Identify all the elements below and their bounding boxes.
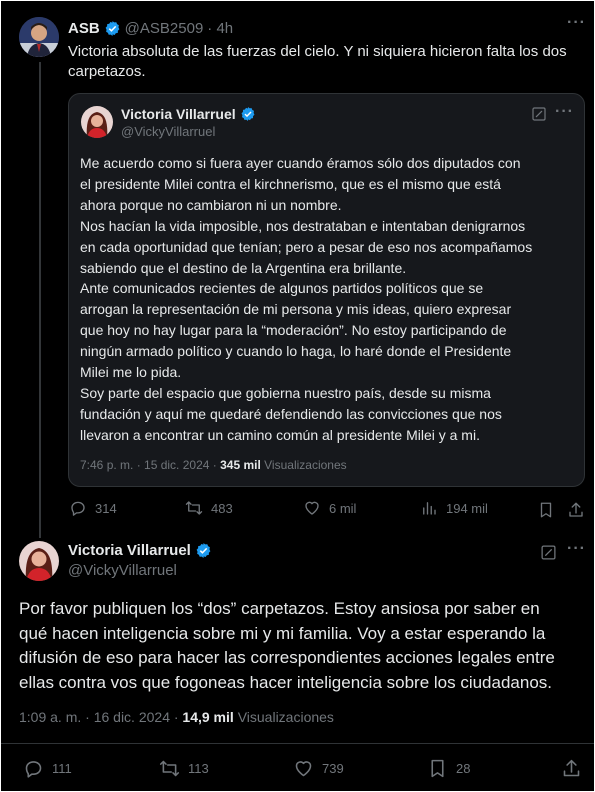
tweet-thread: ASB @ASB2509 · 4h ··· Victoria absoluta … bbox=[1, 1, 594, 791]
quote-author-avatar bbox=[81, 106, 113, 138]
retweet-action[interactable]: 113 bbox=[159, 758, 209, 779]
reply-action[interactable]: 314 bbox=[69, 499, 117, 517]
quote-metadata: 7:46 p. m. · 15 dic. 2024 · 345 mil Visu… bbox=[80, 458, 347, 472]
quote-text-line: el presidente Milei contra el kirchneris… bbox=[80, 175, 501, 192]
reply-header-name: Victoria Villarruel bbox=[68, 542, 212, 559]
more-icon[interactable]: ··· bbox=[567, 540, 586, 558]
quote-text: Me acuerdo como si fuera ayer cuando éra… bbox=[80, 153, 580, 446]
like-action[interactable]: 739 bbox=[293, 758, 344, 779]
quote-timestamp[interactable]: 7:46 p. m. · 15 dic. 2024 · bbox=[80, 458, 217, 472]
quote-text-line: Nos hacían la vida imposible, nos destra… bbox=[80, 217, 526, 234]
reply-count: 314 bbox=[95, 500, 117, 516]
reply-text-line: Por favor publiquen los “dos” carpetazos… bbox=[19, 599, 540, 618]
quote-author-handle[interactable]: @VickyVillarruel bbox=[121, 124, 215, 139]
like-icon bbox=[295, 761, 312, 777]
tweet-time[interactable]: · 4h bbox=[207, 20, 233, 37]
reply-icon bbox=[71, 501, 85, 516]
quote-text-line: fundación y aquí me quedaré defendiendo … bbox=[80, 405, 502, 422]
quote-text-line: arrogan la representación de mi persona … bbox=[80, 301, 512, 318]
tweet-header: ASB @ASB2509 · 4h bbox=[68, 18, 233, 38]
retweet-icon bbox=[185, 501, 203, 515]
retweet-count: 483 bbox=[211, 500, 233, 516]
verified-badge-icon bbox=[241, 107, 255, 121]
quoted-tweet-card[interactable]: Victoria Villarruel @VickyVillarruel ···… bbox=[68, 93, 585, 487]
quote-author-name[interactable]: Victoria Villarruel bbox=[121, 106, 236, 122]
quote-text-line: ahora porque no cambiaron ni un nombre. bbox=[80, 196, 342, 213]
bookmark-icon bbox=[431, 759, 444, 778]
views-icon bbox=[423, 502, 436, 515]
tweet-text: Victoria absoluta de las fuerzas del cie… bbox=[68, 42, 583, 82]
quote-header-name: Victoria Villarruel bbox=[121, 106, 256, 122]
asb-avatar[interactable] bbox=[19, 17, 59, 57]
verified-badge-icon bbox=[196, 543, 211, 558]
reply-views-count: 14,9 mil bbox=[182, 709, 234, 725]
reply-author-handle[interactable]: @VickyVillarruel bbox=[68, 562, 177, 579]
retweet-icon bbox=[159, 760, 180, 777]
author-name[interactable]: ASB bbox=[68, 20, 100, 37]
like-count: 6 mil bbox=[329, 500, 357, 516]
like-icon bbox=[305, 501, 319, 515]
quote-text-line: Soy parte del espacio que gobierna nuest… bbox=[80, 384, 491, 401]
like-action[interactable]: 6 mil bbox=[303, 499, 356, 517]
quote-text-line: sabiendo que el destino de la Argentina … bbox=[80, 259, 407, 276]
reply-count: 111 bbox=[52, 761, 72, 776]
quote-text-line: Me acuerdo como si fuera ayer cuando éra… bbox=[80, 155, 521, 171]
more-icon[interactable]: ··· bbox=[555, 103, 574, 121]
share-icon[interactable] bbox=[567, 501, 585, 519]
reply-author-avatar[interactable] bbox=[19, 541, 59, 581]
quote-text-line: que hoy no hay lugar para la “moderación… bbox=[80, 322, 507, 339]
reply-text-line: difusión de eso para hacer las correspon… bbox=[19, 648, 555, 667]
views-action[interactable]: 194 mil bbox=[420, 499, 488, 517]
views-count: 194 mil bbox=[446, 500, 488, 516]
reply-author-name[interactable]: Victoria Villarruel bbox=[68, 542, 191, 559]
grok-icon[interactable] bbox=[531, 106, 547, 122]
retweet-action[interactable]: 483 bbox=[185, 499, 233, 517]
verified-badge-icon bbox=[105, 20, 120, 36]
bookmark-count: 28 bbox=[456, 761, 471, 776]
tweet-text-line: carpetazos. bbox=[68, 63, 146, 80]
more-icon[interactable]: ··· bbox=[567, 14, 586, 32]
like-count: 739 bbox=[322, 761, 344, 776]
reply-timestamp[interactable]: 1:09 a. m. · 16 dic. 2024 · bbox=[19, 709, 179, 725]
bookmark-icon[interactable] bbox=[537, 501, 555, 519]
author-handle[interactable]: @ASB2509 bbox=[125, 20, 204, 37]
quote-text-line: en cada oportunidad que tenían; pero a p… bbox=[80, 238, 533, 255]
reply-views-label: Visualizaciones bbox=[237, 709, 334, 725]
divider bbox=[1, 743, 594, 744]
reply-icon bbox=[25, 761, 42, 778]
share-icon[interactable] bbox=[561, 758, 582, 779]
quote-text-line: Milei me lo pida. bbox=[80, 364, 182, 381]
quote-views-count: 345 mil bbox=[220, 458, 261, 472]
reply-text-line: qué hacen inteligencia sobre mi y mi fam… bbox=[19, 623, 546, 643]
quote-views-label: Visualizaciones bbox=[264, 458, 347, 472]
thread-connector-line bbox=[39, 62, 41, 538]
reply-text-line: ellas contra vos que fogoneas hacer inte… bbox=[19, 672, 553, 692]
quote-text-line: llevaron a encontrar un camino común al … bbox=[80, 426, 480, 443]
reply-text: Por favor publiquen los “dos” carpetazos… bbox=[19, 597, 589, 695]
reply-action[interactable]: 111 bbox=[23, 758, 72, 779]
retweet-count: 113 bbox=[188, 761, 209, 776]
grok-icon[interactable] bbox=[540, 544, 557, 561]
quote-text-line: ningún armado político y cuando lo haga,… bbox=[80, 343, 512, 360]
reply-metadata: 1:09 a. m. · 16 dic. 2024 · 14,9 mil Vis… bbox=[19, 709, 334, 725]
bookmark-action[interactable]: 28 bbox=[427, 758, 470, 779]
tweet-text-line: Victoria absoluta de las fuerzas del cie… bbox=[68, 43, 567, 60]
quote-text-line: Ante comunicados recientes de algunos pa… bbox=[80, 280, 484, 297]
